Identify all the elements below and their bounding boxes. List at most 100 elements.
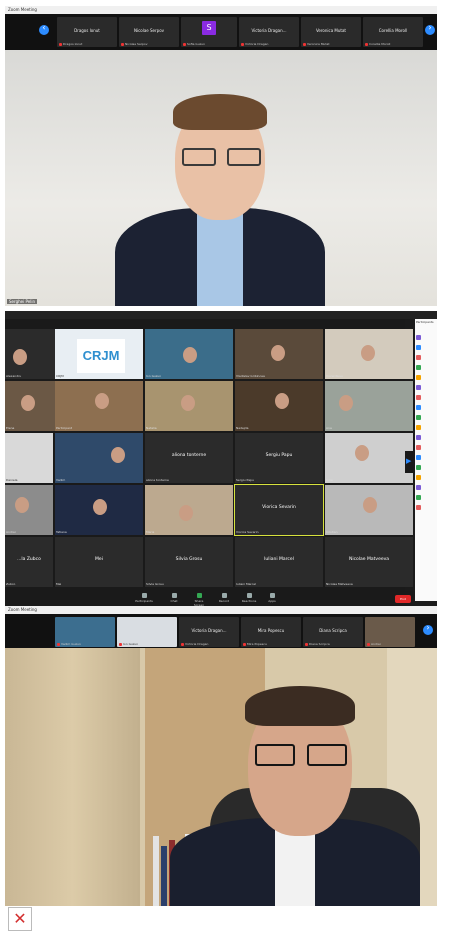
end-meeting-button[interactable]: End bbox=[395, 595, 411, 603]
participant-tile[interactable]: Andrei bbox=[5, 485, 53, 535]
speaker-shirt bbox=[275, 826, 315, 906]
crjm-logo: CRJM bbox=[77, 339, 125, 373]
thumbnail[interactable]: Nicolae Serpov Nicolae Serpov bbox=[119, 17, 179, 47]
participant-list-item[interactable] bbox=[416, 437, 436, 450]
participant-tile[interactable]: Iurie bbox=[325, 433, 413, 483]
thumbnail[interactable]: Vadim Guzun bbox=[55, 617, 115, 647]
muted-mic-icon bbox=[181, 642, 184, 646]
speaker-glasses-left bbox=[182, 148, 216, 166]
participant-face bbox=[363, 497, 377, 513]
participant-list-item[interactable] bbox=[416, 347, 436, 360]
chat-button[interactable]: Chat bbox=[165, 593, 183, 603]
participant-tile[interactable]: Maria bbox=[145, 485, 233, 535]
thumbnail[interactable]: Victoria Dragan... Victoria Dragan bbox=[239, 17, 299, 47]
participant-list-item[interactable] bbox=[416, 367, 436, 380]
participant-list-item[interactable] bbox=[416, 487, 436, 500]
participant-list-item[interactable] bbox=[416, 387, 436, 400]
record-button[interactable]: Record bbox=[215, 593, 233, 603]
participant-tile[interactable]: Viorel Rusu bbox=[325, 329, 413, 379]
meeting-toolbar: Participants Chat Share Screen Record Re… bbox=[5, 591, 415, 607]
participant-list-item[interactable] bbox=[416, 457, 436, 470]
participants-panel-title: Participants bbox=[416, 320, 434, 324]
participant-list-item[interactable] bbox=[416, 477, 436, 490]
muted-mic-icon bbox=[365, 42, 368, 46]
reactions-button[interactable]: Reactions bbox=[240, 593, 258, 603]
participant-list-item[interactable] bbox=[416, 467, 436, 480]
participant-tile[interactable]: CRJM CRJM bbox=[55, 329, 143, 379]
participant-face bbox=[271, 345, 285, 361]
thumbnail[interactable]: Corellia Moroll Corellia Moroll bbox=[363, 17, 423, 47]
participant-tile[interactable]: ...la Zubco Zubco bbox=[5, 537, 53, 587]
gallery-view: Alexandru CRJM CRJM Ion Guzun Vladislav G… bbox=[5, 319, 413, 591]
speaker-hair bbox=[245, 686, 355, 726]
share-screen-button[interactable]: Share Screen bbox=[190, 593, 208, 607]
participant-tile[interactable]: Cristian bbox=[325, 485, 413, 535]
speaker-shirt bbox=[197, 210, 243, 306]
participant-tile[interactable]: Ana bbox=[325, 381, 413, 431]
participant-list-item[interactable] bbox=[416, 427, 436, 440]
muted-mic-icon bbox=[241, 42, 244, 46]
participant-tile[interactable]: Ion Guzun bbox=[145, 329, 233, 379]
muted-mic-icon bbox=[59, 42, 62, 46]
next-page-button[interactable] bbox=[423, 623, 433, 635]
prev-page-button[interactable] bbox=[39, 23, 49, 35]
participant-list-item[interactable] bbox=[416, 327, 436, 340]
next-gallery-page-button[interactable] bbox=[405, 451, 415, 473]
thumbnail[interactable]: Ion Guzun bbox=[117, 617, 177, 647]
window-title bbox=[5, 311, 437, 319]
muted-mic-icon bbox=[121, 42, 124, 46]
participant-face bbox=[339, 395, 353, 411]
participant-list-item[interactable] bbox=[416, 497, 436, 510]
muted-mic-icon bbox=[305, 642, 308, 646]
participant-face bbox=[111, 447, 125, 463]
background-door bbox=[5, 648, 140, 906]
participant-tile[interactable]: Nicolae Matveeva Nicolae Matveeva bbox=[325, 537, 413, 587]
thumbnail-strip: Vadim Guzun Ion Guzun Victoria Dragan...… bbox=[5, 614, 437, 648]
participant-face bbox=[15, 497, 29, 513]
participant-tile[interactable]: Natalia bbox=[145, 381, 233, 431]
thumbnail[interactable]: Diana Scripca Diana Scripca bbox=[303, 617, 363, 647]
participant-face bbox=[355, 445, 369, 461]
participant-tile[interactable]: Tatiana bbox=[55, 485, 143, 535]
thumbnail[interactable]: Mira Popescu Mira Popescu bbox=[241, 617, 301, 647]
avatar-initial: S bbox=[202, 21, 216, 35]
participant-tile[interactable]: Vladislav Gribincea bbox=[235, 329, 323, 379]
share-screen-icon bbox=[196, 593, 202, 598]
book bbox=[161, 846, 167, 906]
participant-list-item[interactable] bbox=[416, 337, 436, 350]
participant-tile[interactable]: Vadim bbox=[55, 433, 143, 483]
thumbnail[interactable]: Andrei bbox=[365, 617, 415, 647]
next-page-button[interactable] bbox=[425, 23, 435, 35]
participants-panel: Participants bbox=[415, 319, 437, 601]
window-title: Zoom Meeting bbox=[5, 6, 437, 14]
speaker-hair bbox=[173, 94, 267, 130]
participant-tile[interactable]: Nadejda bbox=[235, 381, 323, 431]
participant-list-item[interactable] bbox=[416, 407, 436, 420]
muted-mic-icon bbox=[303, 42, 306, 46]
participant-tile[interactable]: Silvia Grosu Silvia Grosu bbox=[145, 537, 233, 587]
thumbnail[interactable]: Victoria Dragan... Victoria Dragan bbox=[179, 617, 239, 647]
muted-mic-icon bbox=[119, 642, 122, 646]
participant-tile[interactable]: Iuliani Marcel Iuliani Marcel bbox=[235, 537, 323, 587]
participant-tile[interactable]: Daniela bbox=[5, 433, 53, 483]
participant-list-item[interactable] bbox=[416, 357, 436, 370]
speaker-name-label: Serghei Pelin bbox=[7, 299, 37, 304]
participants-button[interactable]: Participants bbox=[135, 593, 153, 603]
participant-tile[interactable]: aliona tonterne aliona tonterne bbox=[145, 433, 233, 483]
participant-list-item[interactable] bbox=[416, 417, 436, 430]
thumbnail[interactable]: Dragos Ionut Dragos Ionut bbox=[57, 17, 117, 47]
participant-tile[interactable]: Mei Mei bbox=[55, 537, 143, 587]
muted-mic-icon bbox=[57, 642, 60, 646]
participant-list-item[interactable] bbox=[416, 447, 436, 460]
participant-face bbox=[93, 499, 107, 515]
screenshot-panel-1: Zoom Meeting Dragos IonutDragos Ionut Ni… bbox=[5, 6, 437, 306]
participant-tile[interactable]: Sergiu Papu Sergiu Papu bbox=[235, 433, 323, 483]
participant-face bbox=[95, 393, 109, 409]
thumbnail[interactable]: S Sofia Guzun bbox=[181, 17, 237, 47]
thumbnail[interactable]: Veronica Mutat Veronica Mutat bbox=[301, 17, 361, 47]
participant-list-item[interactable] bbox=[416, 397, 436, 410]
participant-list-item[interactable] bbox=[416, 377, 436, 390]
participant-tile-active[interactable]: Viorica Sevarin Viorica Sevarin bbox=[234, 484, 324, 536]
participant-tile[interactable]: Participant bbox=[55, 381, 143, 431]
apps-button[interactable]: Apps bbox=[263, 593, 281, 603]
